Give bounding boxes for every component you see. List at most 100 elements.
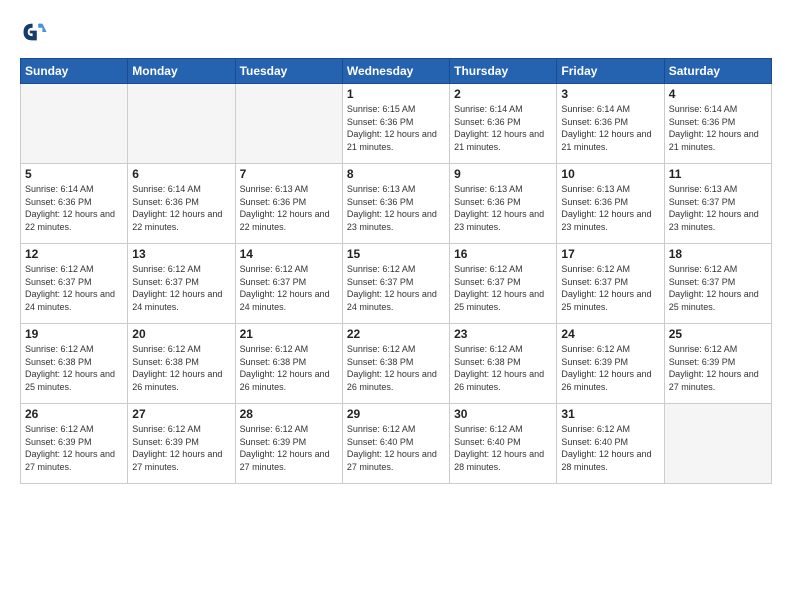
day-number: 17 <box>561 247 659 261</box>
week-row-4: 19 Sunrise: 6:12 AMSunset: 6:38 PMDayligh… <box>21 324 772 404</box>
day-cell: 30 Sunrise: 6:12 AMSunset: 6:40 PMDayligh… <box>450 404 557 484</box>
day-info: Sunrise: 6:12 AMSunset: 6:40 PMDaylight:… <box>347 423 445 473</box>
day-cell: 24 Sunrise: 6:12 AMSunset: 6:39 PMDayligh… <box>557 324 664 404</box>
day-cell: 12 Sunrise: 6:12 AMSunset: 6:37 PMDayligh… <box>21 244 128 324</box>
day-cell: 7Sunrise: 6:13 AMSunset: 6:36 PMDaylight… <box>235 164 342 244</box>
header <box>20 18 772 46</box>
day-cell <box>21 84 128 164</box>
day-cell: 2 Sunrise: 6:14 AMSunset: 6:36 PMDaylight… <box>450 84 557 164</box>
day-info: Sunrise: 6:12 AMSunset: 6:38 PMDaylight:… <box>240 343 338 393</box>
day-info: Sunrise: 6:13 AMSunset: 6:37 PMDaylight:… <box>669 183 767 233</box>
day-cell: 19Sunrise: 6:12 AMSunset: 6:38 PMDayligh… <box>21 324 128 404</box>
week-row-5: 26 Sunrise: 6:12 AMSunset: 6:39 PMDayligh… <box>21 404 772 484</box>
day-info: Sunrise: 6:12 AMSunset: 6:38 PMDaylight:… <box>347 343 445 393</box>
day-number: 31 <box>561 407 659 421</box>
page: SundayMondayTuesdayWednesdayThursdayFrid… <box>0 0 792 612</box>
day-cell: 20 Sunrise: 6:12 AMSunset: 6:38 PMDayligh… <box>128 324 235 404</box>
logo-icon <box>20 18 48 46</box>
day-cell: 10 Sunrise: 6:13 AMSunset: 6:36 PMDayligh… <box>557 164 664 244</box>
day-info: Sunrise: 6:14 AMSunset: 6:36 PMDaylight:… <box>132 183 230 233</box>
day-cell: 6 Sunrise: 6:14 AMSunset: 6:36 PMDaylight… <box>128 164 235 244</box>
day-number: 20 <box>132 327 230 341</box>
day-cell: 18 Sunrise: 6:12 AMSunset: 6:37 PMDayligh… <box>664 244 771 324</box>
day-number: 25 <box>669 327 767 341</box>
day-number: 1 <box>347 87 445 101</box>
day-info: Sunrise: 6:12 AMSunset: 6:39 PMDaylight:… <box>561 343 659 393</box>
day-cell: 13 Sunrise: 6:12 AMSunset: 6:37 PMDayligh… <box>128 244 235 324</box>
day-number: 24 <box>561 327 659 341</box>
day-cell: 22 Sunrise: 6:12 AMSunset: 6:38 PMDayligh… <box>342 324 449 404</box>
day-info: Sunrise: 6:12 AMSunset: 6:38 PMDaylight:… <box>132 343 230 393</box>
weekday-header-sunday: Sunday <box>21 59 128 84</box>
weekday-header-tuesday: Tuesday <box>235 59 342 84</box>
day-info: Sunrise: 6:12 AMSunset: 6:37 PMDaylight:… <box>561 263 659 313</box>
day-cell: 21 Sunrise: 6:12 AMSunset: 6:38 PMDayligh… <box>235 324 342 404</box>
weekday-header-saturday: Saturday <box>664 59 771 84</box>
day-cell: 26Sunrise: 6:12 AMSunset: 6:39 PMDayligh… <box>21 404 128 484</box>
day-info: Sunrise: 6:13 AMSunset: 6:36 PMDaylight:… <box>240 183 338 233</box>
day-cell: 9 Sunrise: 6:13 AMSunset: 6:36 PMDaylight… <box>450 164 557 244</box>
day-number: 11 <box>669 167 767 181</box>
weekday-header-thursday: Thursday <box>450 59 557 84</box>
week-row-3: 12 Sunrise: 6:12 AMSunset: 6:37 PMDayligh… <box>21 244 772 324</box>
day-cell: 5 Sunrise: 6:14 AMSunset: 6:36 PMDaylight… <box>21 164 128 244</box>
day-number: 23 <box>454 327 552 341</box>
day-cell: 28Sunrise: 6:12 AMSunset: 6:39 PMDayligh… <box>235 404 342 484</box>
day-info: Sunrise: 6:12 AMSunset: 6:39 PMDaylight:… <box>132 423 230 473</box>
day-info: Sunrise: 6:12 AMSunset: 6:40 PMDaylight:… <box>454 423 552 473</box>
day-info: Sunrise: 6:14 AMSunset: 6:36 PMDaylight:… <box>454 103 552 153</box>
day-cell: 15Sunrise: 6:12 AMSunset: 6:37 PMDayligh… <box>342 244 449 324</box>
day-info: Sunrise: 6:12 AMSunset: 6:37 PMDaylight:… <box>132 263 230 313</box>
day-number: 30 <box>454 407 552 421</box>
day-number: 27 <box>132 407 230 421</box>
day-number: 21 <box>240 327 338 341</box>
day-info: Sunrise: 6:13 AMSunset: 6:36 PMDaylight:… <box>347 183 445 233</box>
day-number: 2 <box>454 87 552 101</box>
day-cell: 17 Sunrise: 6:12 AMSunset: 6:37 PMDayligh… <box>557 244 664 324</box>
day-info: Sunrise: 6:12 AMSunset: 6:38 PMDaylight:… <box>454 343 552 393</box>
day-number: 22 <box>347 327 445 341</box>
day-cell: 25 Sunrise: 6:12 AMSunset: 6:39 PMDayligh… <box>664 324 771 404</box>
day-info: Sunrise: 6:12 AMSunset: 6:37 PMDaylight:… <box>347 263 445 313</box>
day-cell: 29 Sunrise: 6:12 AMSunset: 6:40 PMDayligh… <box>342 404 449 484</box>
day-number: 13 <box>132 247 230 261</box>
day-info: Sunrise: 6:14 AMSunset: 6:36 PMDaylight:… <box>561 103 659 153</box>
week-row-2: 5 Sunrise: 6:14 AMSunset: 6:36 PMDaylight… <box>21 164 772 244</box>
day-info: Sunrise: 6:12 AMSunset: 6:37 PMDaylight:… <box>240 263 338 313</box>
weekday-header-row: SundayMondayTuesdayWednesdayThursdayFrid… <box>21 59 772 84</box>
day-cell: 31 Sunrise: 6:12 AMSunset: 6:40 PMDayligh… <box>557 404 664 484</box>
day-cell: 16Sunrise: 6:12 AMSunset: 6:37 PMDayligh… <box>450 244 557 324</box>
day-cell <box>128 84 235 164</box>
day-number: 19 <box>25 327 123 341</box>
day-number: 5 <box>25 167 123 181</box>
day-info: Sunrise: 6:14 AMSunset: 6:36 PMDaylight:… <box>25 183 123 233</box>
day-cell <box>664 404 771 484</box>
day-info: Sunrise: 6:12 AMSunset: 6:40 PMDaylight:… <box>561 423 659 473</box>
day-info: Sunrise: 6:12 AMSunset: 6:37 PMDaylight:… <box>25 263 123 313</box>
logo <box>20 18 52 46</box>
day-number: 6 <box>132 167 230 181</box>
day-number: 10 <box>561 167 659 181</box>
day-number: 29 <box>347 407 445 421</box>
day-info: Sunrise: 6:15 AMSunset: 6:36 PMDaylight:… <box>347 103 445 153</box>
day-info: Sunrise: 6:12 AMSunset: 6:39 PMDaylight:… <box>669 343 767 393</box>
day-info: Sunrise: 6:13 AMSunset: 6:36 PMDaylight:… <box>454 183 552 233</box>
day-cell: 11 Sunrise: 6:13 AMSunset: 6:37 PMDayligh… <box>664 164 771 244</box>
day-info: Sunrise: 6:13 AMSunset: 6:36 PMDaylight:… <box>561 183 659 233</box>
day-cell: 3 Sunrise: 6:14 AMSunset: 6:36 PMDaylight… <box>557 84 664 164</box>
day-number: 3 <box>561 87 659 101</box>
day-cell: 27 Sunrise: 6:12 AMSunset: 6:39 PMDayligh… <box>128 404 235 484</box>
weekday-header-wednesday: Wednesday <box>342 59 449 84</box>
day-info: Sunrise: 6:12 AMSunset: 6:39 PMDaylight:… <box>240 423 338 473</box>
day-number: 9 <box>454 167 552 181</box>
day-cell: 1 Sunrise: 6:15 AMSunset: 6:36 PMDaylight… <box>342 84 449 164</box>
week-row-1: 1 Sunrise: 6:15 AMSunset: 6:36 PMDaylight… <box>21 84 772 164</box>
day-cell <box>235 84 342 164</box>
day-number: 26 <box>25 407 123 421</box>
day-info: Sunrise: 6:14 AMSunset: 6:36 PMDaylight:… <box>669 103 767 153</box>
day-info: Sunrise: 6:12 AMSunset: 6:37 PMDaylight:… <box>669 263 767 313</box>
day-number: 18 <box>669 247 767 261</box>
day-number: 12 <box>25 247 123 261</box>
day-number: 4 <box>669 87 767 101</box>
day-number: 8 <box>347 167 445 181</box>
